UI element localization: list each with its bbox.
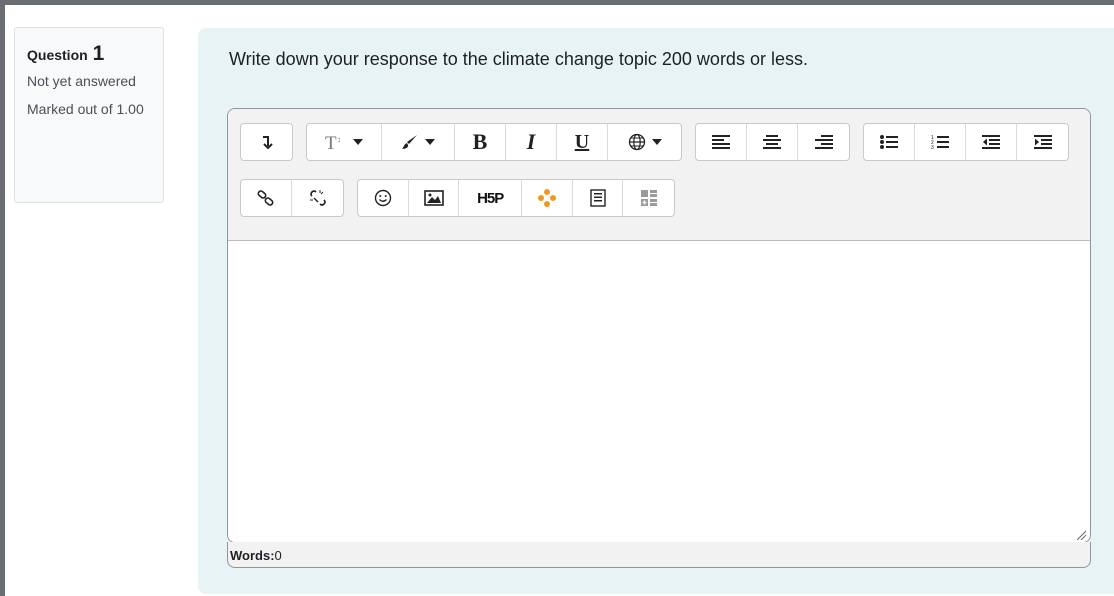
- indent-button[interactable]: [1017, 124, 1068, 160]
- link-icon: [257, 190, 274, 206]
- h5p-button[interactable]: H5P: [459, 180, 522, 216]
- bold-icon: B: [472, 129, 488, 154]
- align-right-icon: [814, 135, 833, 149]
- question-label: Question: [27, 47, 88, 63]
- toolbar-group-lists: 1 2 3: [863, 123, 1069, 161]
- link-button[interactable]: [241, 180, 292, 216]
- emoji-icon: [374, 189, 392, 207]
- svg-text:3: 3: [931, 145, 934, 150]
- resize-handle-icon[interactable]: [1075, 529, 1087, 541]
- question-number: 1: [92, 42, 105, 65]
- toolbar-group-style: T ↕ B I U: [306, 123, 682, 161]
- align-right-button[interactable]: [798, 124, 849, 160]
- indent-icon: [1033, 135, 1052, 149]
- show-more-icon: [262, 136, 273, 150]
- emoji-button[interactable]: [358, 180, 409, 216]
- show-more-button[interactable]: [241, 124, 292, 160]
- window-top-border: [0, 0, 1114, 5]
- toolbar-group-align: [695, 123, 850, 161]
- language-icon: [628, 133, 645, 151]
- ordered-list-icon: 1 2 3: [931, 135, 949, 150]
- editor-textarea[interactable]: [228, 241, 1090, 542]
- question-text: Write down your response to the climate …: [229, 49, 808, 69]
- plugin-button[interactable]: [522, 180, 573, 216]
- image-icon: [423, 190, 444, 206]
- text-color-button[interactable]: [382, 124, 455, 160]
- italic-icon: I: [526, 129, 536, 154]
- image-button[interactable]: [409, 180, 460, 216]
- outdent-icon: [982, 135, 1000, 149]
- template-button[interactable]: [573, 180, 624, 216]
- ordered-list-button[interactable]: 1 2 3: [915, 124, 966, 160]
- text-color-icon: [402, 135, 417, 149]
- svg-text:T: T: [325, 133, 337, 152]
- chevron-down-icon: [353, 139, 363, 145]
- h5p-icon: H5P: [477, 189, 504, 207]
- unordered-list-button[interactable]: [864, 124, 915, 160]
- word-count-label: Words:: [230, 548, 275, 563]
- align-left-icon: [712, 135, 730, 149]
- question-heading: Question 1: [27, 42, 151, 66]
- toolbar-group-more: [240, 123, 293, 161]
- table-icon: [640, 190, 657, 206]
- question-grade: Marked out of 1.00: [27, 101, 144, 117]
- chevron-down-icon: [651, 139, 662, 145]
- unordered-list-icon: [880, 135, 898, 149]
- unlink-button[interactable]: [292, 180, 343, 216]
- font-size-icon: T ↕: [325, 133, 341, 152]
- question-content: Write down your response to the climate …: [198, 28, 1114, 594]
- plugin-icon: [537, 189, 556, 207]
- toolbar-group-links: [240, 179, 344, 217]
- bold-button[interactable]: B: [455, 124, 506, 160]
- rich-text-editor: T ↕ B I U 1 2 3 H5P: [227, 108, 1091, 543]
- toolbar-group-insert: H5P: [357, 179, 675, 217]
- align-left-button[interactable]: [696, 124, 747, 160]
- italic-button[interactable]: I: [506, 124, 557, 160]
- word-count-bar: Words:0: [227, 542, 1091, 568]
- svg-text:↕: ↕: [337, 135, 341, 144]
- language-button[interactable]: [608, 124, 681, 160]
- template-icon: [589, 189, 606, 207]
- unlink-icon: [309, 190, 326, 206]
- table-button[interactable]: [623, 180, 674, 216]
- editor-toolbar: T ↕ B I U 1 2 3 H5P: [228, 109, 1090, 241]
- font-size-button[interactable]: T ↕: [307, 124, 382, 160]
- align-center-icon: [763, 135, 781, 149]
- question-state: Not yet answered: [27, 73, 136, 89]
- outdent-button[interactable]: [966, 124, 1017, 160]
- align-center-button[interactable]: [747, 124, 798, 160]
- question-info-panel: Question 1 Not yet answered Marked out o…: [14, 27, 164, 203]
- window-left-border: [0, 0, 5, 596]
- underline-icon: U: [574, 130, 590, 153]
- chevron-down-icon: [425, 139, 435, 145]
- underline-button[interactable]: U: [557, 124, 608, 160]
- word-count-value: 0: [274, 548, 282, 563]
